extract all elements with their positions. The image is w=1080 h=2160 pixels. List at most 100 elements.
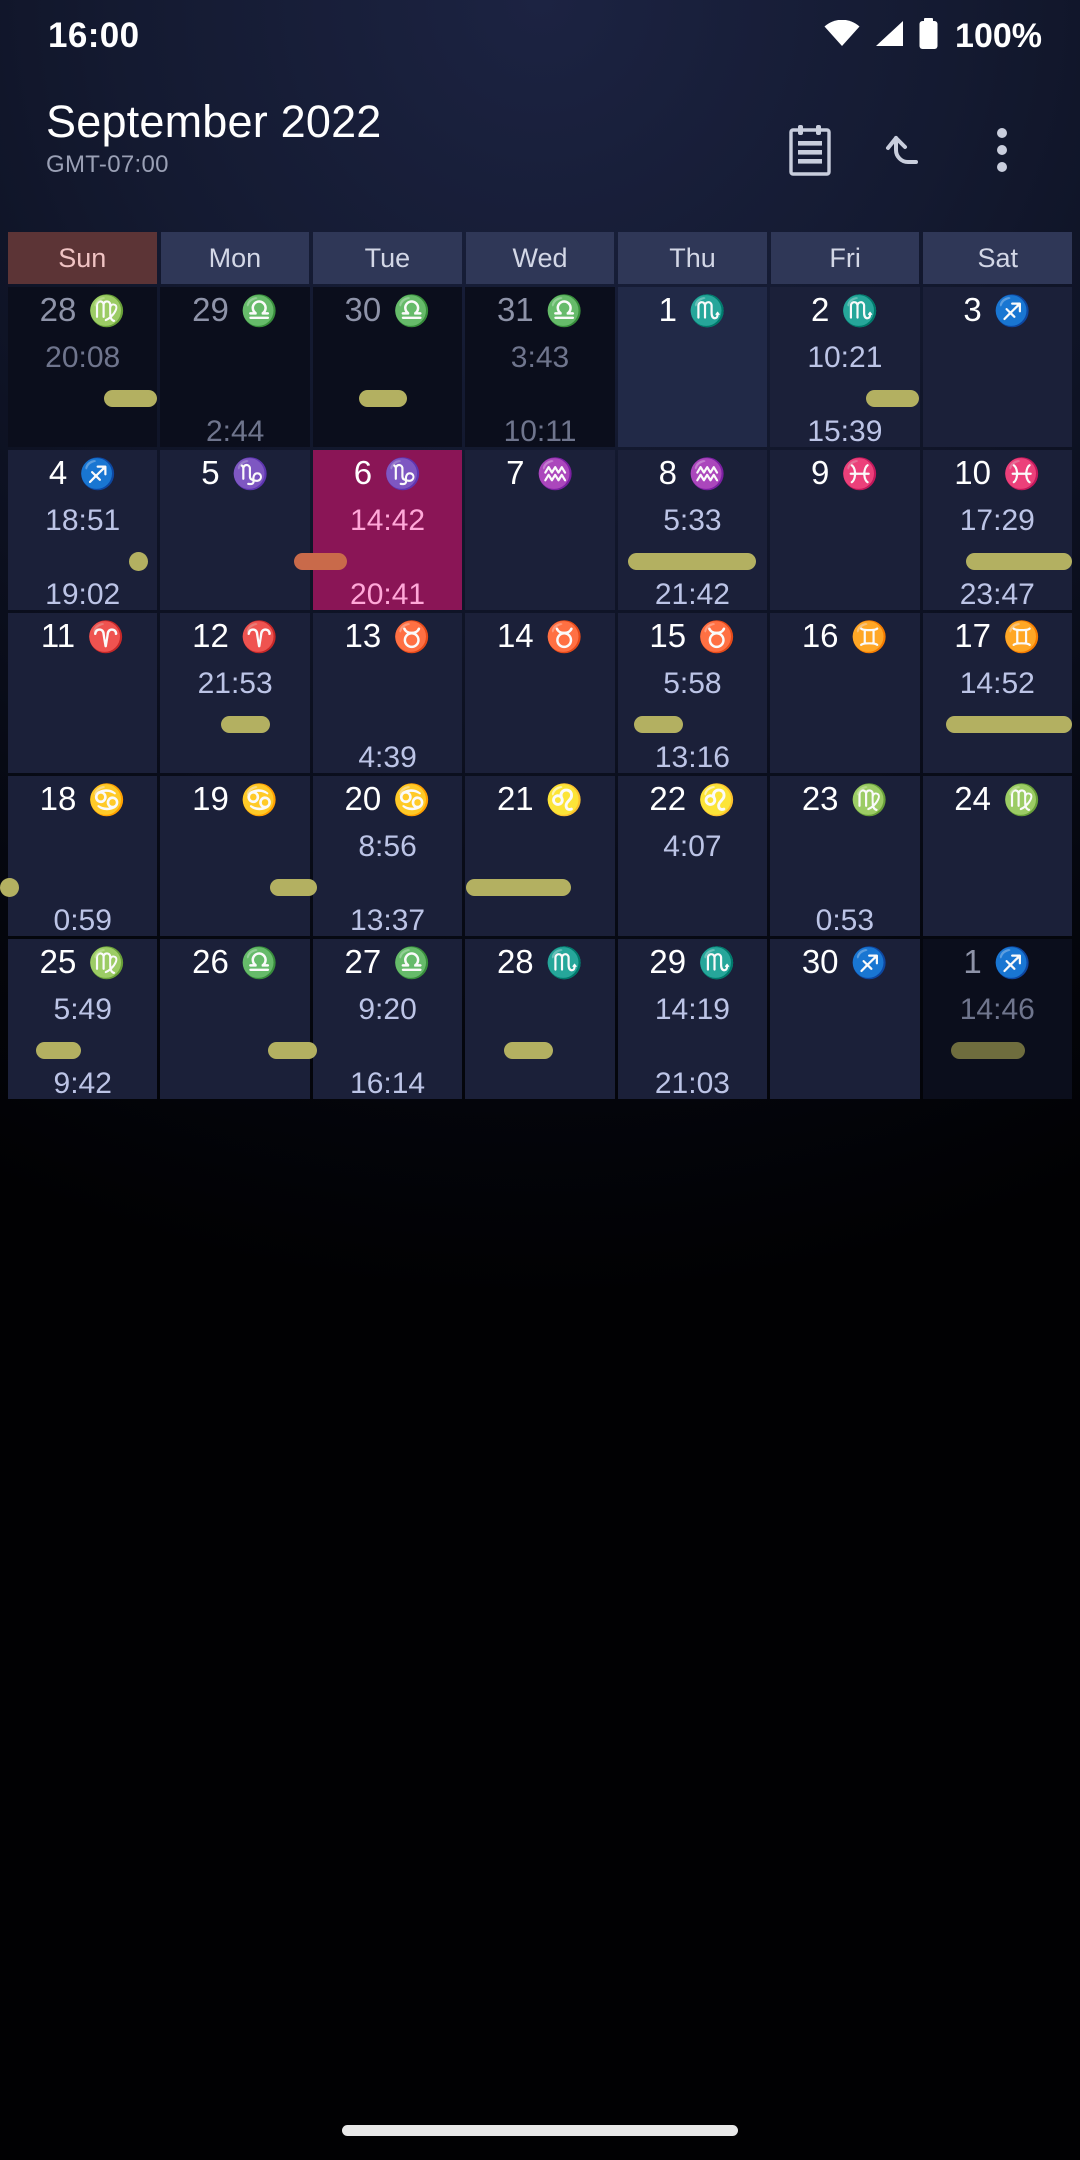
day-number: 11 — [40, 617, 76, 654]
weekday-header-wed[interactable]: Wed — [465, 232, 615, 284]
day-header: 27 ♎ — [313, 945, 462, 979]
day-cell[interactable]: 5 ♑ — [160, 450, 310, 610]
day-cell[interactable]: 21 ♌ — [465, 776, 615, 936]
day-number: 16 — [801, 617, 839, 654]
day-cell[interactable]: 30 ♎ — [312, 287, 463, 447]
day-cell[interactable]: 10 ♓ 17:29 23:47 — [922, 450, 1072, 610]
zodiac-libra-icon: ♎ — [545, 295, 584, 328]
battery-percent-label: 100% — [955, 16, 1042, 55]
day-time-secondary: 10:11 — [503, 415, 577, 448]
day-time-secondary: 0:59 — [53, 904, 112, 937]
overflow-menu-icon — [995, 124, 1009, 181]
zodiac-sagittarius-icon: ♐ — [993, 295, 1032, 328]
day-cell[interactable]: 26 ♎ — [160, 939, 310, 1099]
day-header: 29 ♏ — [618, 945, 767, 979]
status-bar: 16:00 100% — [0, 0, 1080, 72]
day-header: 25 ♍ — [8, 945, 157, 979]
day-cell[interactable]: 4 ♐ 18:51 19:02 — [8, 450, 158, 610]
day-cell[interactable]: 1 ♐ 14:46 — [922, 939, 1072, 1099]
day-cell[interactable]: 27 ♎ 9:20 16:14 — [312, 939, 463, 1099]
day-header: 26 ♎ — [160, 945, 309, 979]
day-time-secondary: 9:42 — [53, 1067, 112, 1100]
status-bar-indicators: 100% — [824, 17, 1042, 56]
day-time-primary: 5:33 — [663, 504, 722, 537]
weekday-header-tue[interactable]: Tue — [313, 232, 462, 284]
day-header: 14 ♉ — [465, 619, 614, 653]
day-cell[interactable]: 8 ♒ 5:33 21:42 — [617, 450, 768, 610]
day-header: 23 ♍ — [770, 782, 919, 816]
day-header: 4 ♐ — [8, 456, 157, 490]
day-cell[interactable]: 18 ♋ 0:59 — [8, 776, 158, 937]
day-cell[interactable]: 16 ♊ — [770, 613, 920, 773]
day-cell[interactable]: 6 ♑ 14:42 20:41 — [312, 450, 463, 610]
day-header: 18 ♋ — [8, 782, 157, 816]
day-time-secondary: 13:37 — [350, 904, 426, 937]
agenda-button[interactable] — [762, 104, 858, 200]
battery-icon — [918, 17, 939, 55]
day-number: 20 — [344, 780, 382, 817]
day-number: 8 — [658, 454, 677, 491]
day-cell[interactable]: 29 ♎ 2:44 — [160, 287, 310, 447]
day-cell[interactable]: 9 ♓ — [770, 450, 920, 610]
day-time-primary: 14:52 — [959, 667, 1035, 700]
day-header: 1 ♏ — [618, 293, 767, 327]
day-cell[interactable]: 28 ♍ 20:08 — [8, 287, 158, 447]
zodiac-libra-icon: ♎ — [393, 295, 431, 328]
day-header: 9 ♓ — [770, 456, 919, 490]
day-cell[interactable]: 23 ♍ 0:53 — [770, 776, 920, 937]
zodiac-virgo-icon: ♍ — [88, 295, 126, 328]
day-cell[interactable]: 31 ♎ 3:43 10:11 — [465, 287, 615, 448]
day-header: 5 ♑ — [160, 456, 309, 490]
zodiac-taurus-icon: ♉ — [698, 621, 736, 654]
day-number: 21 — [496, 780, 534, 817]
weekday-header-fri[interactable]: Fri — [770, 232, 920, 284]
zodiac-cancer-icon: ♋ — [88, 784, 126, 817]
day-cell[interactable]: 13 ♉ 4:39 — [312, 613, 463, 773]
day-cell[interactable]: 20 ♋ 8:56 13:37 — [312, 776, 463, 937]
day-cell[interactable]: 15 ♉ 5:58 13:16 — [617, 613, 768, 773]
overflow-menu-button[interactable] — [954, 104, 1050, 200]
day-cell[interactable]: 24 ♍ — [922, 776, 1072, 936]
zodiac-sagittarius-icon: ♐ — [850, 947, 888, 980]
weekday-header-sun[interactable]: Sun — [8, 232, 157, 284]
day-number: 12 — [192, 617, 229, 654]
day-cell[interactable]: 28 ♏ — [465, 939, 615, 1099]
day-cell[interactable]: 25 ♍ 5:49 9:42 — [8, 939, 158, 1100]
zodiac-pisces-icon: ♓ — [1002, 458, 1041, 491]
day-time-secondary: 15:39 — [807, 415, 883, 448]
day-cell[interactable]: 19 ♋ — [160, 776, 310, 936]
day-cell[interactable]: 14 ♉ — [465, 613, 615, 773]
day-cell[interactable]: 3 ♐ — [922, 287, 1072, 447]
weekday-header-sat[interactable]: Sat — [923, 232, 1072, 284]
day-header: 10 ♓ — [923, 456, 1072, 490]
zodiac-sagittarius-icon: ♐ — [993, 947, 1032, 980]
day-number: 6 — [353, 454, 373, 491]
day-cell[interactable]: 29 ♏ 14:19 21:03 — [617, 939, 768, 1099]
undo-button[interactable] — [858, 104, 954, 200]
week-row: 25 ♍ 5:49 9:42 26 ♎ 27 ♎ 9:20 16:14 28 ♏ 29 ♏ 14:19 21:… — [8, 939, 1072, 1099]
zodiac-scorpio-icon: ♏ — [698, 947, 736, 980]
day-cell[interactable]: 11 ♈ — [8, 613, 158, 773]
day-cell[interactable]: 12 ♈ 21:53 — [160, 613, 310, 773]
day-cell[interactable]: 1 ♏ — [617, 287, 768, 447]
day-cell[interactable]: 17 ♊ 14:52 — [922, 613, 1072, 773]
signal-icon — [873, 20, 905, 53]
day-time-secondary: 0:53 — [815, 904, 875, 937]
weekday-header-thu[interactable]: Thu — [618, 232, 767, 284]
day-cell[interactable]: 7 ♒ — [465, 450, 615, 610]
gesture-nav-pill — [342, 2125, 738, 2136]
day-number: 1 — [963, 943, 982, 980]
day-cell[interactable]: 2 ♏ 10:21 15:39 — [770, 287, 920, 448]
weekday-header-row: Sun Mon Tue Wed Thu Fri Sat — [8, 232, 1072, 284]
day-time-primary: 4:07 — [663, 830, 722, 863]
day-cell[interactable]: 30 ♐ — [770, 939, 920, 1099]
day-header: 30 ♎ — [313, 293, 462, 327]
day-header: 22 ♌ — [618, 782, 767, 816]
page-title: September 2022 — [46, 96, 382, 147]
weekday-header-mon[interactable]: Mon — [160, 232, 310, 284]
zodiac-leo-icon: ♌ — [698, 784, 736, 817]
timezone-label: GMT-07:00 — [46, 151, 169, 179]
day-header: 2 ♏ — [770, 293, 919, 327]
day-cell[interactable]: 22 ♌ 4:07 — [617, 776, 768, 936]
day-time-primary: 14:19 — [654, 993, 730, 1026]
